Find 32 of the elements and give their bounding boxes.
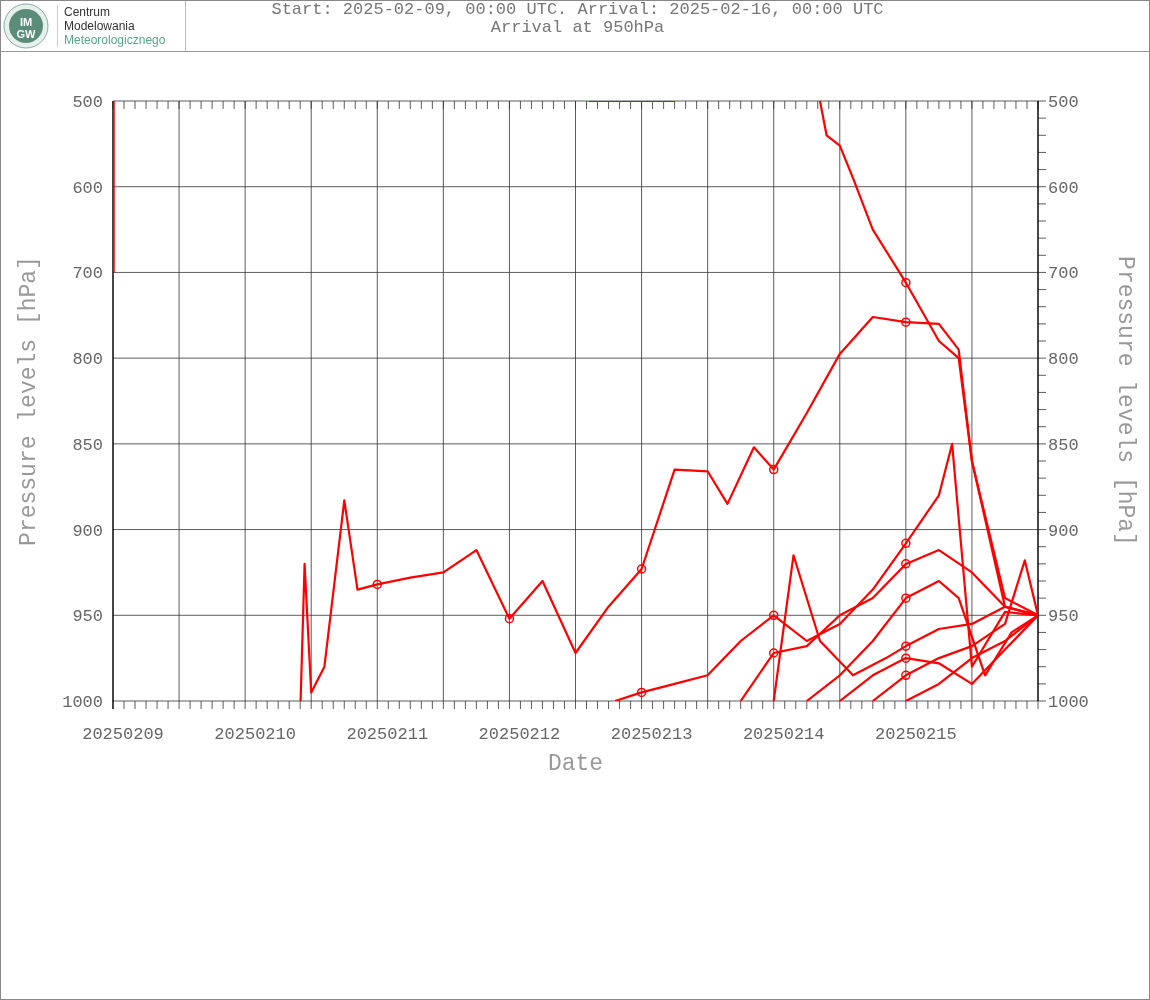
x-axis-title: Date (547, 751, 604, 777)
organization-name: Modelowania (64, 19, 136, 33)
y-tick-label: 900 (72, 521, 103, 541)
y-tick-label: 600 (72, 178, 103, 198)
y-tick-label: 600 (1048, 178, 1079, 198)
y-tick-label: 1000 (62, 693, 103, 712)
logo-icon: IM GW (3, 3, 49, 49)
chart-title: Arrival at 950hPa (490, 19, 665, 37)
y-tick-label: 850 (72, 435, 103, 455)
organization-name: Centrum (64, 5, 111, 19)
y-tick-label: 800 (72, 350, 103, 370)
x-tick-label: 20250212 (478, 725, 561, 744)
y-tick-label: 700 (72, 264, 103, 284)
y-tick-label: 700 (1048, 264, 1079, 284)
x-tick-label: 20250213 (610, 725, 693, 744)
organization-name: Meteorologicznego (64, 33, 166, 47)
y-tick-label: 950 (72, 607, 103, 627)
y-axis-title: Pressure levels [hPa] (16, 256, 42, 546)
y-tick-label: 500 (1048, 93, 1079, 112)
y-axis-title: Pressure levels [hPa] (1112, 256, 1138, 546)
y-tick-label: 500 (72, 93, 103, 112)
y-tick-label: 800 (1048, 350, 1079, 370)
x-tick-label: 20250211 (346, 725, 429, 744)
x-tick-label: 20250210 (214, 725, 296, 744)
y-tick-label: 850 (1048, 435, 1079, 455)
x-tick-label: 20250214 (742, 725, 825, 744)
chart-title: Start: 2025-02-09, 00:00 UTC. Arrival: 2025-02-16, 00:00 UTC (271, 1, 884, 19)
y-tick-label: 950 (1048, 607, 1079, 627)
x-tick-label: 20250215 (875, 725, 957, 744)
x-tick-label: 20250209 (82, 725, 164, 744)
y-tick-label: 900 (1048, 521, 1079, 541)
y-tick-label: 1000 (1048, 693, 1089, 712)
